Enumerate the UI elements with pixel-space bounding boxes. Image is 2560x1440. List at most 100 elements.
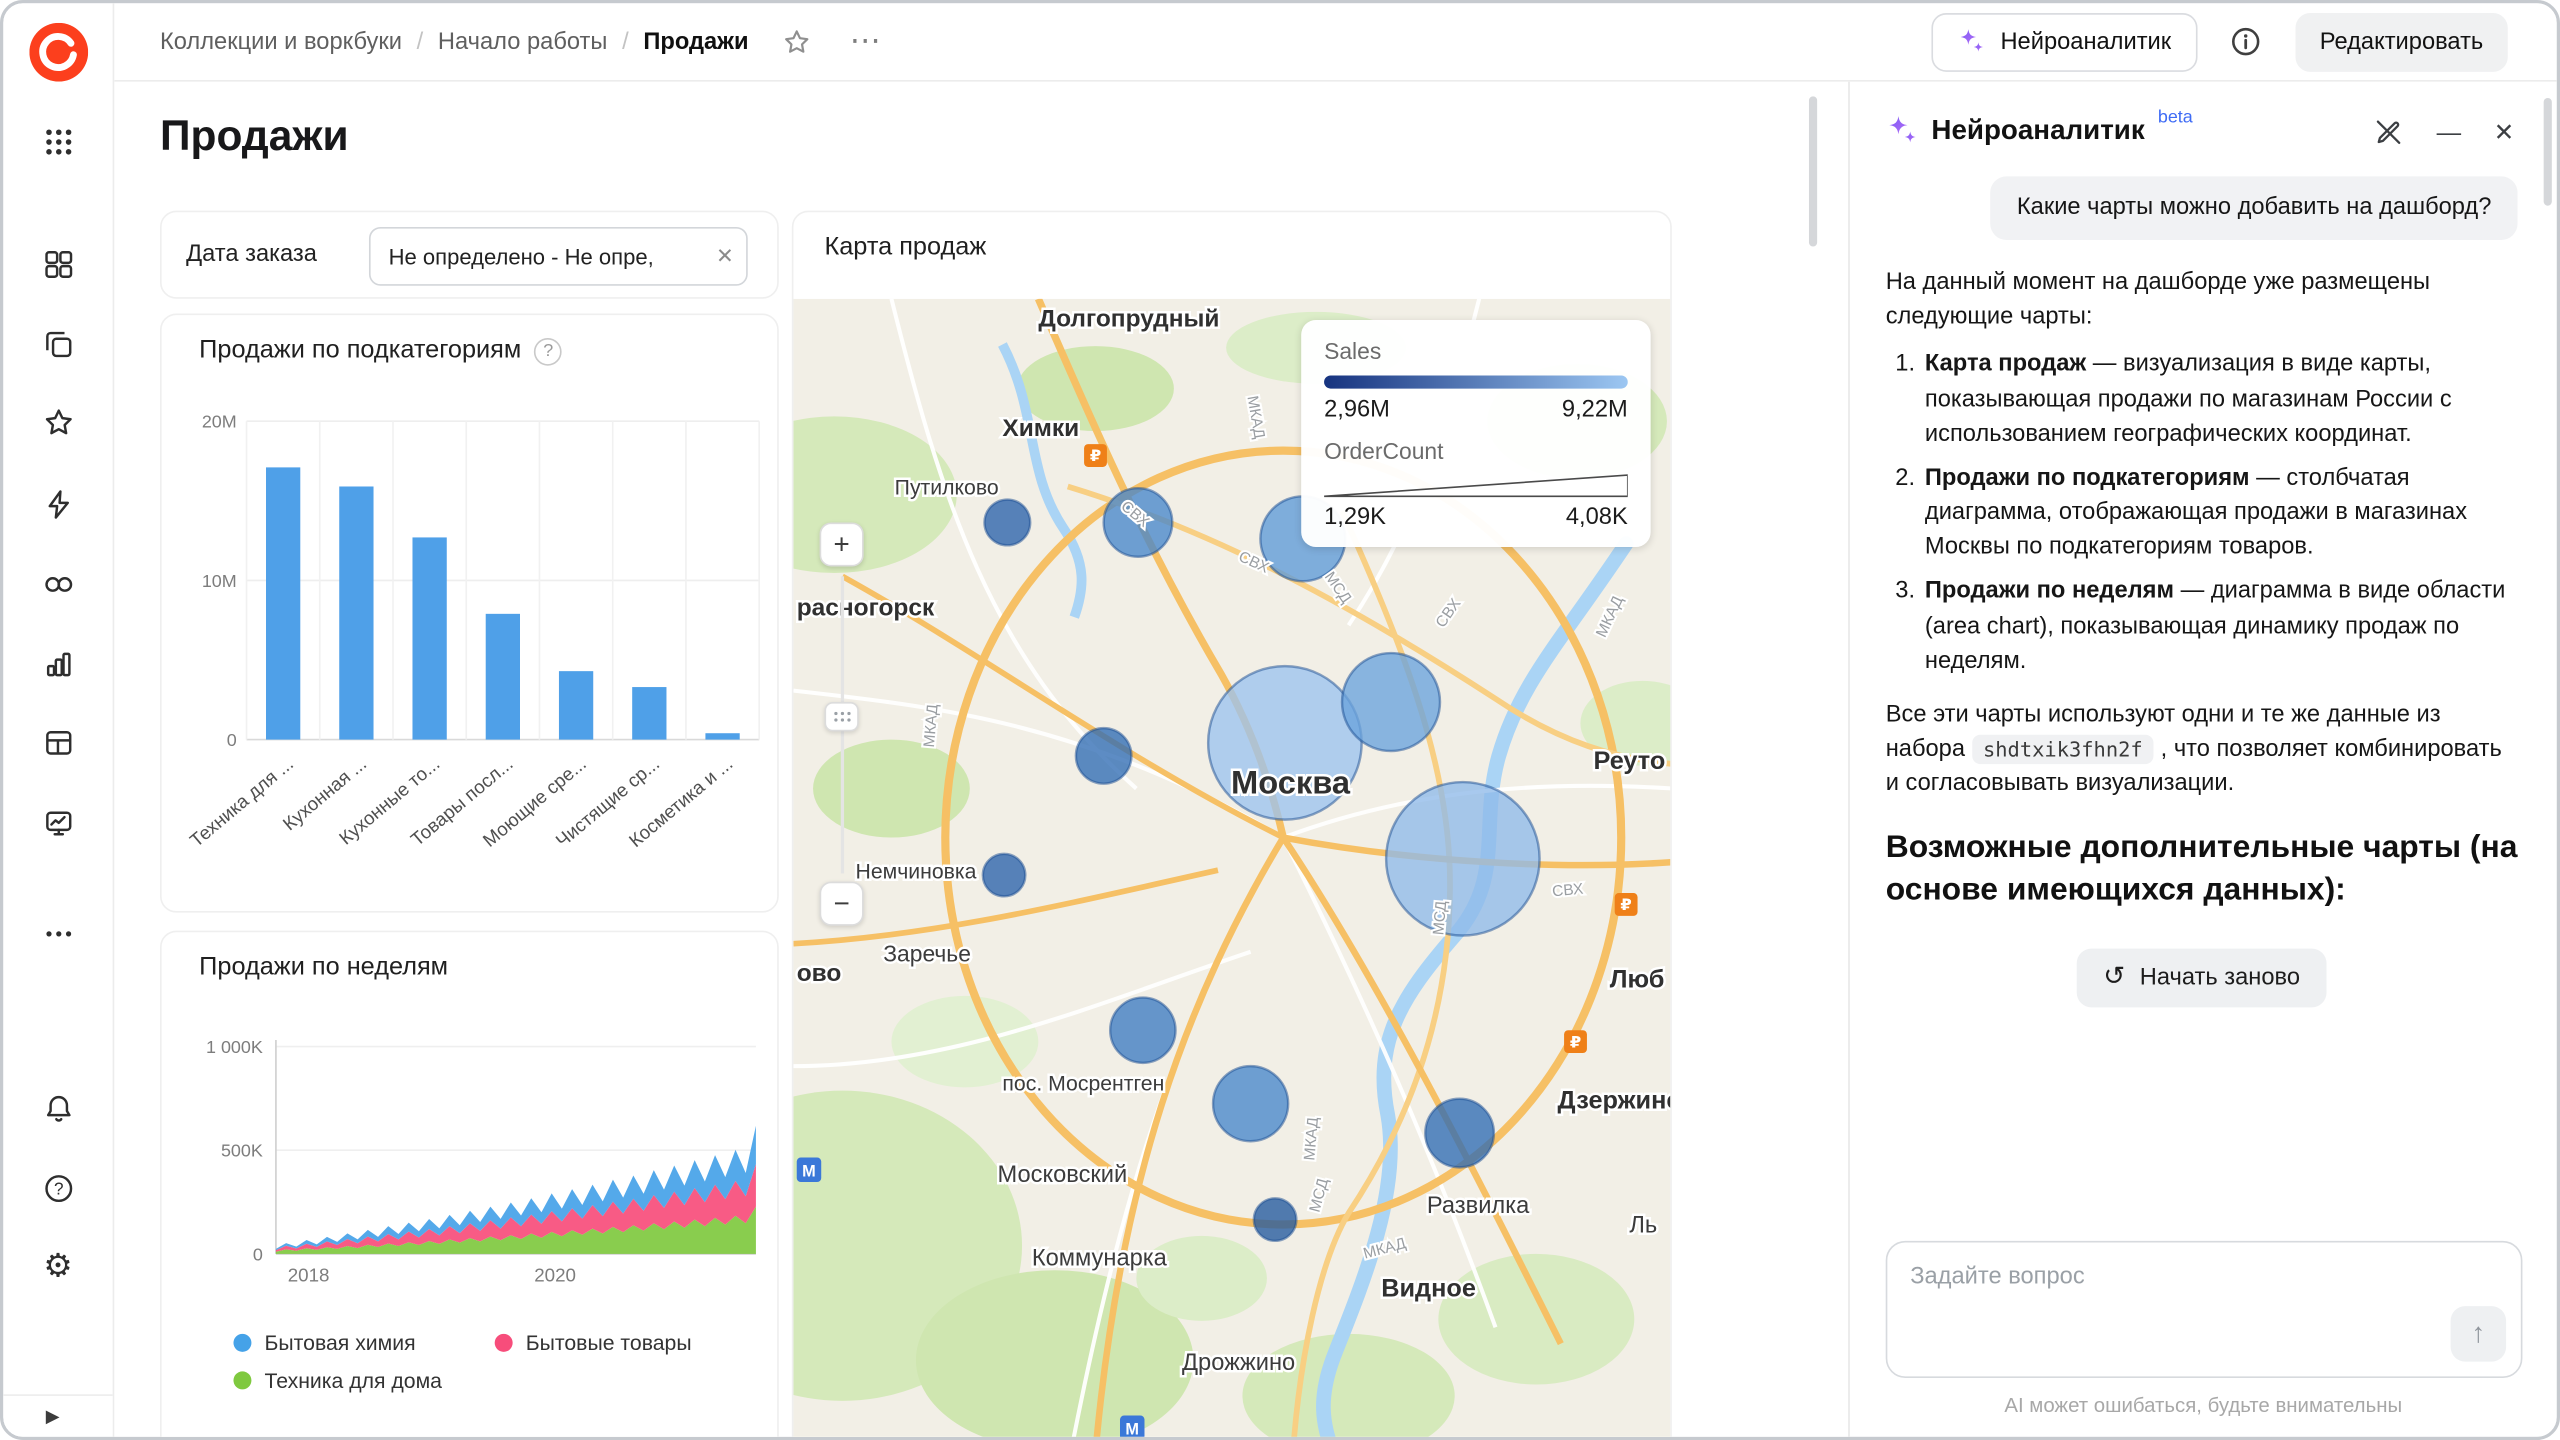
chat-area: Какие чарты можно добавить на дашборд? Н… (1850, 160, 2557, 1224)
bar[interactable] (412, 537, 446, 739)
bar[interactable] (559, 671, 593, 739)
sales-bubble[interactable] (1213, 1066, 1288, 1141)
legend-item[interactable]: Бытовые товары (495, 1331, 692, 1355)
breadcrumb-getting-started[interactable]: Начало работы (438, 29, 607, 55)
svg-text:M: M (1125, 1420, 1139, 1438)
road-label: МСД (1430, 900, 1450, 936)
sales-bubble[interactable] (1110, 998, 1175, 1063)
neuroanalyst-button[interactable]: Нейроаналитик (1932, 12, 2197, 71)
sales-legend-label: Sales (1324, 338, 1628, 364)
map-place-label: пос. Мосрентген (1002, 1073, 1164, 1096)
area-chart: 0500K1 000K20182020 (162, 1017, 782, 1303)
map-place-label: Люб (1610, 966, 1665, 994)
edit-button[interactable]: Редактировать (2295, 12, 2508, 71)
svg-text:₽: ₽ (1570, 1033, 1581, 1051)
svg-text:Техника для ...: Техника для ... (186, 753, 297, 851)
date-filter-widget: Дата заказа ✕ (160, 211, 779, 299)
pen-slash-icon[interactable] (2375, 118, 2404, 147)
legend-dot (233, 1371, 251, 1389)
sales-gradient-bar (1324, 376, 1628, 389)
map-place-label: Дрожжино (1182, 1350, 1295, 1376)
dataset-id-chip[interactable]: shdtxik3fhn2f (1972, 734, 2155, 763)
datasets-table-icon[interactable] (27, 712, 89, 774)
ai-disclaimer: AI может ошибаться, будьте внимательны (1850, 1378, 2557, 1437)
datalens-logo[interactable] (29, 23, 88, 82)
help-icon[interactable]: ? (27, 1158, 89, 1220)
user-message: Какие чарты можно добавить на дашборд? (1991, 176, 2518, 240)
svg-text:0: 0 (227, 730, 237, 750)
map-place-label: расногорск (797, 595, 935, 622)
map-place-label: Реуто (1593, 747, 1665, 775)
topbar-actions: Нейроаналитик Редактировать (1932, 12, 2508, 71)
sales-map-widget: Карта продаж (792, 211, 1672, 1440)
svg-text:0: 0 (253, 1244, 263, 1264)
map-canvas: МКАДМКАДМКАДМКАДМКАДСВХСВХСВХСВХМСДМСДМС… (793, 299, 1670, 1440)
date-filter-control[interactable]: ✕ (369, 227, 748, 286)
favorite-star-icon[interactable] (783, 27, 812, 56)
favorites-star-icon[interactable] (27, 392, 89, 454)
send-button[interactable]: ↑ (2451, 1306, 2507, 1362)
connections-icon[interactable] (27, 553, 89, 615)
assistant-intro: На данный момент на дашборде уже размеще… (1886, 266, 2518, 335)
minimize-icon[interactable]: — (2437, 120, 2461, 144)
svg-text:M: M (802, 1162, 816, 1180)
neuroanalyst-header: Нейроаналитик beta — ✕ (1850, 82, 2557, 160)
map-place-label: Московский (998, 1162, 1128, 1188)
sales-bubble[interactable] (1076, 728, 1132, 784)
collections-icon[interactable] (27, 233, 89, 295)
shortcuts-lightning-icon[interactable] (27, 473, 89, 535)
date-filter-label: Дата заказа (186, 242, 317, 268)
neuroanalyst-button-label: Нейроаналитик (2000, 29, 2171, 55)
notifications-bell-icon[interactable] (27, 1078, 89, 1140)
assistant-chart-list: Карта продаж — визуализация в виде карты… (1922, 349, 2518, 679)
neuroanalyst-panel: Нейроаналитик beta — ✕ Какие чарты можно… (1848, 82, 2557, 1437)
weekly-sales-chart-widget: Продажи по неделям 0500K1 000K20182020 Б… (160, 931, 779, 1440)
charts-icon[interactable] (27, 633, 89, 695)
restart-icon: ↺ (2103, 965, 2125, 991)
breadcrumb-separator: / (622, 29, 629, 55)
bar[interactable] (632, 687, 666, 740)
question-input-box[interactable]: ↑ (1886, 1241, 2523, 1378)
apps-grid-icon[interactable] (27, 111, 89, 173)
question-input[interactable] (1887, 1242, 2520, 1324)
bar[interactable] (266, 467, 300, 739)
bar[interactable] (486, 614, 520, 740)
dashboard-scrollbar[interactable] (1809, 96, 1817, 246)
ordercount-legend-label: OrderCount (1324, 438, 1628, 464)
zoom-handle[interactable] (824, 702, 858, 731)
breadcrumb-more-icon[interactable]: ⋯ (850, 32, 884, 51)
restart-button[interactable]: ↺ Начать заново (2077, 948, 2326, 1007)
settings-gear-icon[interactable]: ⚙ (27, 1236, 89, 1298)
map-place-label: Долгопрудный (1038, 306, 1219, 333)
clear-filter-icon[interactable]: ✕ (704, 243, 746, 269)
sidebar-collapse[interactable]: ▶ (3, 1394, 112, 1436)
date-filter-value[interactable] (371, 244, 704, 268)
bar[interactable] (339, 486, 373, 739)
panel-scrollbar[interactable] (2544, 98, 2552, 206)
legend-item[interactable]: Техника для дома (233, 1368, 442, 1392)
info-icon[interactable] (2217, 12, 2276, 71)
zoom-in-button[interactable]: + (820, 522, 864, 566)
dashboards-monitor-icon[interactable] (27, 792, 89, 854)
close-icon[interactable]: ✕ (2494, 120, 2515, 144)
sales-bubble[interactable] (1342, 653, 1440, 751)
svg-text:?: ? (53, 1178, 63, 1198)
breadcrumb-collections[interactable]: Коллекции и воркбуки (160, 29, 402, 55)
bar[interactable] (705, 733, 739, 739)
zoom-out-button[interactable]: − (820, 882, 864, 926)
possible-charts-heading: Возможные дополнительные чарты (на основ… (1886, 828, 2518, 912)
sales-bubble[interactable] (1425, 1099, 1494, 1168)
chart-help-icon[interactable]: ? (534, 337, 562, 365)
sales-bubble[interactable] (984, 500, 1030, 546)
sales-bubble[interactable] (1386, 782, 1539, 935)
sidebar: ? ⚙ ▶ (3, 3, 114, 1436)
neuroanalyst-title: Нейроаналитик (1931, 114, 2144, 147)
sales-bubble[interactable] (1254, 1198, 1296, 1240)
workbooks-icon[interactable] (27, 313, 89, 375)
legend-item[interactable]: Бытовая химия (233, 1331, 415, 1355)
sparkle-icon (1886, 114, 1919, 147)
more-icon[interactable] (27, 903, 89, 965)
legend-dot (495, 1334, 513, 1352)
map-place-label: Дзержинс (1558, 1087, 1671, 1115)
sales-bubble[interactable] (983, 854, 1025, 896)
